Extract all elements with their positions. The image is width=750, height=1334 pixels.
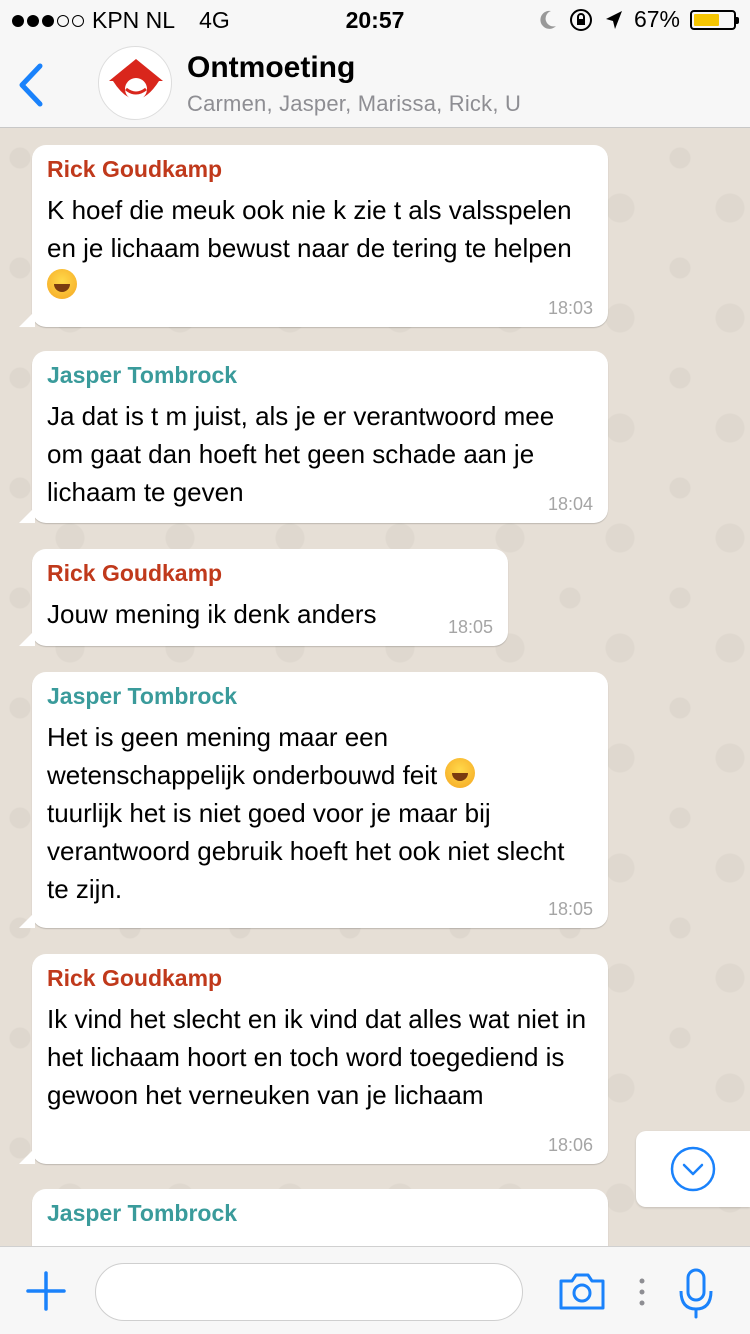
face-with-tears-of-joy-icon bbox=[444, 758, 475, 788]
message-time: 18:05 bbox=[547, 899, 593, 919]
microphone-icon[interactable] bbox=[678, 1267, 714, 1319]
message-bubble[interactable]: Rick Goudkamp K hoef die meuk ook nie k … bbox=[19, 145, 608, 327]
message-text: Ik vind het slecht en ik vind dat alles … bbox=[47, 1004, 587, 1110]
message-bubble[interactable]: Rick Goudkamp Ik vind het slecht en ik v… bbox=[19, 954, 608, 1164]
group-members[interactable]: Carmen, Jasper, Marissa, Rick, U bbox=[187, 91, 521, 117]
chevron-down-circle-icon[interactable] bbox=[669, 1145, 717, 1193]
message-time: 18:04 bbox=[547, 494, 593, 514]
location-arrow-icon bbox=[605, 10, 622, 29]
message-time: 18:05 bbox=[447, 617, 493, 637]
group-avatar-icon[interactable] bbox=[98, 46, 172, 120]
sender-name[interactable]: Jasper Tombrock bbox=[47, 1199, 593, 1227]
message-text-body: K hoef die meuk ook nie k zie t als vals… bbox=[47, 195, 572, 263]
message-bubble[interactable]: Jasper Tombrock Het is geen mening maar … bbox=[19, 672, 608, 928]
battery-percent: 67% bbox=[633, 6, 680, 32]
status-right: 67% bbox=[538, 6, 739, 33]
camera-icon[interactable] bbox=[557, 1271, 607, 1311]
message-time: 18:03 bbox=[547, 298, 593, 318]
message-bubble[interactable]: Jasper Tombrock bbox=[32, 1189, 608, 1246]
sender-name[interactable]: Rick Goudkamp bbox=[47, 559, 493, 587]
sender-name[interactable]: Jasper Tombrock bbox=[47, 361, 593, 389]
battery-level bbox=[694, 13, 720, 26]
chat-header: Ontmoeting Carmen, Jasper, Marissa, Rick… bbox=[0, 40, 750, 128]
sender-name[interactable]: Rick Goudkamp bbox=[47, 155, 593, 183]
moon-icon bbox=[540, 10, 556, 29]
group-title[interactable]: Ontmoeting bbox=[187, 51, 355, 85]
sender-name[interactable]: Rick Goudkamp bbox=[47, 964, 593, 992]
back-chevron-icon[interactable] bbox=[14, 62, 48, 108]
message-input[interactable] bbox=[95, 1263, 523, 1321]
message-text-part: Het is geen mening maar een wetenschappe… bbox=[47, 722, 438, 790]
plus-icon[interactable] bbox=[26, 1271, 66, 1311]
message-text-part: tuurlijk het is niet goed voor je maar b… bbox=[47, 798, 565, 904]
rotation-lock-icon bbox=[569, 8, 592, 31]
message-bubble[interactable]: Jasper Tombrock Ja dat is t m juist, als… bbox=[19, 351, 608, 523]
message-bubble[interactable]: Rick Goudkamp Jouw mening ik denk anders… bbox=[19, 549, 508, 646]
input-bar bbox=[0, 1246, 750, 1334]
scroll-to-bottom-button[interactable] bbox=[636, 1131, 750, 1207]
message-text: K hoef die meuk ook nie k zie t als vals… bbox=[47, 191, 593, 305]
more-dots-icon[interactable] bbox=[637, 1277, 647, 1307]
chat-area[interactable]: Rick Goudkamp K hoef die meuk ook nie k … bbox=[0, 128, 750, 1246]
battery-icon bbox=[690, 9, 739, 30]
message-text: Het is geen mening maar een wetenschappe… bbox=[47, 718, 593, 908]
sender-name[interactable]: Jasper Tombrock bbox=[47, 682, 593, 710]
message-text: Ja dat is t m juist, als je er verantwoo… bbox=[47, 401, 555, 507]
message-time: 18:06 bbox=[547, 1135, 593, 1155]
status-bar: KPN NL 4G 20:57 67% bbox=[0, 0, 750, 40]
message-text: Jouw mening ik denk anders bbox=[47, 599, 377, 629]
face-with-tears-of-joy-icon bbox=[47, 269, 77, 299]
